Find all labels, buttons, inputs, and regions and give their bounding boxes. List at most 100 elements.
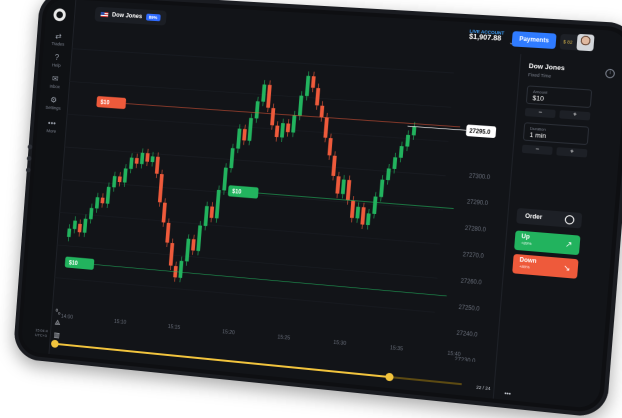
candle <box>311 76 316 88</box>
amount-increase-button[interactable]: + <box>559 110 591 121</box>
slider-fill <box>54 342 390 379</box>
gear-icon: ⚙ <box>49 95 58 105</box>
sidebar-item-more[interactable]: ••• More <box>37 118 66 135</box>
candle <box>340 179 346 195</box>
candle <box>247 117 254 141</box>
app-logo <box>53 8 67 22</box>
payout-badge: 89% <box>145 13 161 22</box>
sidebar-item-settings[interactable]: ⚙ Settings <box>39 95 68 111</box>
trade-marker-label: $10 <box>100 100 109 107</box>
candle <box>105 186 111 204</box>
amount-field[interactable]: Amount $10 <box>525 85 593 109</box>
trade-level-line <box>258 193 453 208</box>
up-button[interactable]: Up +89% ↗ <box>514 230 581 256</box>
candle <box>360 207 366 225</box>
payments-button[interactable]: Payments <box>511 31 557 50</box>
duration-decrease-button[interactable]: − <box>521 144 553 156</box>
candle <box>254 101 260 119</box>
candle <box>274 125 280 138</box>
candle <box>315 87 320 106</box>
candle <box>88 207 94 220</box>
sidebar-item-label: Trades <box>51 41 65 47</box>
indicators-icon[interactable]: ⁰₀ <box>55 308 61 316</box>
sidebar-item-inbox[interactable]: ✉ Inbox <box>41 73 70 89</box>
current-price-label: 27295.0 <box>469 128 491 136</box>
amount-decrease-button[interactable]: − <box>524 107 556 119</box>
help-icon: ? <box>54 52 60 62</box>
chart-type-icon[interactable]: ▥ <box>53 331 60 339</box>
candle <box>139 152 145 165</box>
sidebar-item-label: Inbox <box>49 83 60 90</box>
slider-left-handle[interactable] <box>50 339 59 349</box>
time-label: 15:30 <box>333 340 346 348</box>
candle <box>150 156 155 163</box>
grid-line <box>72 49 454 73</box>
drawing-tools-icon[interactable]: ⟁ <box>54 319 60 327</box>
price-level-label: 27240.0 <box>456 331 477 339</box>
candle <box>112 175 117 188</box>
time-label: 15:15 <box>168 324 181 331</box>
duration-stepper: − + <box>521 144 588 158</box>
candle <box>286 123 292 133</box>
price-level-label: 27300.0 <box>469 173 491 181</box>
sidebar-item-help[interactable]: ? Help <box>42 52 71 68</box>
amount-stepper: − + <box>524 107 591 121</box>
candle <box>72 220 77 230</box>
asset-selector[interactable]: Dow Jones 89% <box>94 6 167 26</box>
price-level-label: 27270.0 <box>462 252 483 260</box>
price-chart[interactable]: 27300.0 27290.0 27280.0 27270.0 27260.0 27250… <box>51 27 519 365</box>
sidebar-item-label: More <box>46 128 57 134</box>
candle <box>335 176 341 194</box>
candle <box>411 126 417 136</box>
trade-marker-label: $10 <box>69 260 78 267</box>
sidebar-item-trades[interactable]: ⇄ Trades <box>44 31 73 47</box>
mail-icon: ✉ <box>51 74 59 84</box>
candle <box>242 128 247 141</box>
candle <box>236 128 242 149</box>
duration-field[interactable]: Duration 1 min <box>522 122 590 146</box>
trade-marker-label: $10 <box>232 189 242 196</box>
candle <box>266 84 272 108</box>
candle <box>292 115 297 133</box>
candle <box>379 179 385 198</box>
slider-right-handle[interactable] <box>385 372 395 382</box>
bonus-value: $ 82 <box>563 39 573 45</box>
avatar[interactable] <box>576 33 595 52</box>
us-flag-icon <box>100 11 109 18</box>
more-icon[interactable]: ••• <box>504 392 511 399</box>
sidebar-item-label: Settings <box>45 104 61 111</box>
candle <box>345 179 352 201</box>
price-axis: 27300.0 27290.0 27280.0 27270.0 27260.0 27250… <box>389 124 497 365</box>
candle <box>94 197 100 209</box>
side-button <box>26 155 32 162</box>
grid-line <box>59 212 440 244</box>
account-selector[interactable]: LIVE ACCOUNT $1,907.88 ⌄ <box>469 29 514 47</box>
asset-name: Dow Jones <box>111 12 143 20</box>
time-label: 15:25 <box>277 334 290 342</box>
arrow-up-right-icon: ↗ <box>564 239 573 250</box>
page-counter: 22 / 24 <box>476 384 491 392</box>
candle <box>161 202 167 223</box>
order-label: Order <box>524 213 543 221</box>
candle <box>209 206 215 219</box>
panel-asset-title: Dow Jones <box>528 62 565 73</box>
chart-canvas[interactable]: 27300.0 27290.0 27280.0 27270.0 27260.0 27250… <box>51 27 519 365</box>
order-button[interactable]: Order <box>516 207 583 229</box>
duration-increase-button[interactable]: + <box>556 147 588 158</box>
candle <box>270 107 276 126</box>
candle <box>372 196 378 215</box>
tablet-frame: ⇄ Trades ? Help ✉ Inbox ⚙ Settings ••• M… <box>12 0 622 418</box>
arrow-down-right-icon: ↘ <box>562 263 571 274</box>
candle <box>168 242 175 266</box>
candle <box>365 213 371 226</box>
down-button[interactable]: Down +89% ↘ <box>512 253 579 279</box>
candle <box>326 137 332 156</box>
candle <box>330 155 336 176</box>
candle <box>100 197 105 204</box>
candle <box>298 95 304 116</box>
info-icon[interactable]: i <box>604 68 616 79</box>
candle <box>323 117 329 138</box>
candle <box>261 84 267 102</box>
side-button <box>25 167 31 173</box>
candle <box>77 223 82 233</box>
